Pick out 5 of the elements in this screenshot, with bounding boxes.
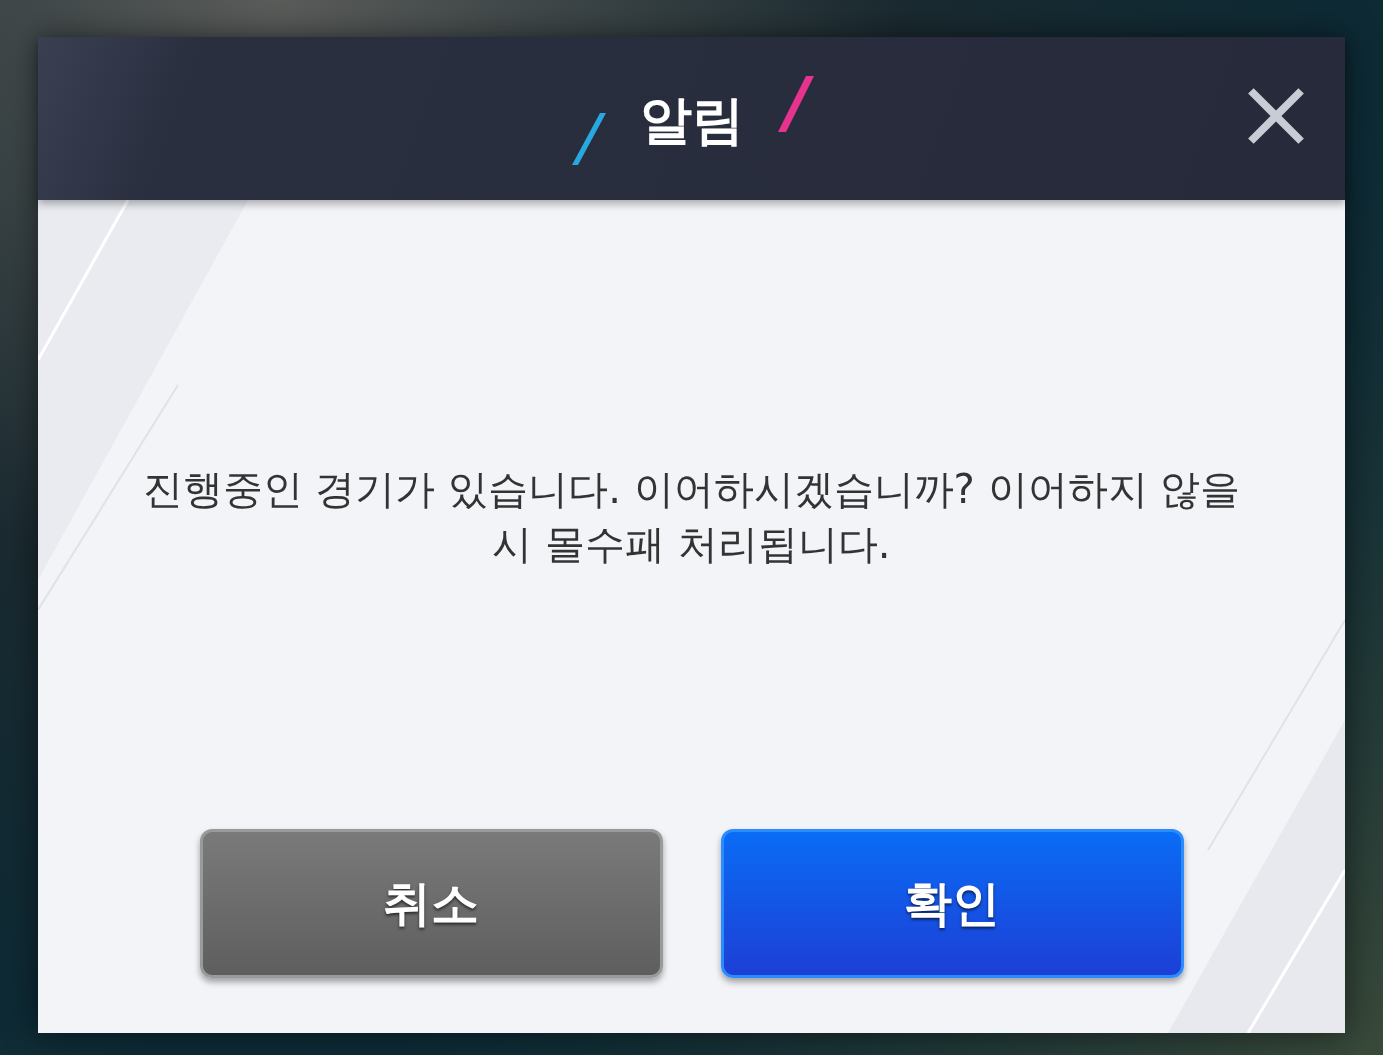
close-icon[interactable] <box>1247 87 1305 145</box>
dialog-title: 알림 <box>639 88 744 152</box>
cancel-button[interactable]: 취소 <box>199 829 663 978</box>
dialog-message: 진행중인 경기가 있습니다. 이어하시겠습니까? 이어하지 않을시 몰수패 처리됩니다. <box>141 465 1242 569</box>
confirm-button[interactable]: 확인 <box>720 829 1184 978</box>
